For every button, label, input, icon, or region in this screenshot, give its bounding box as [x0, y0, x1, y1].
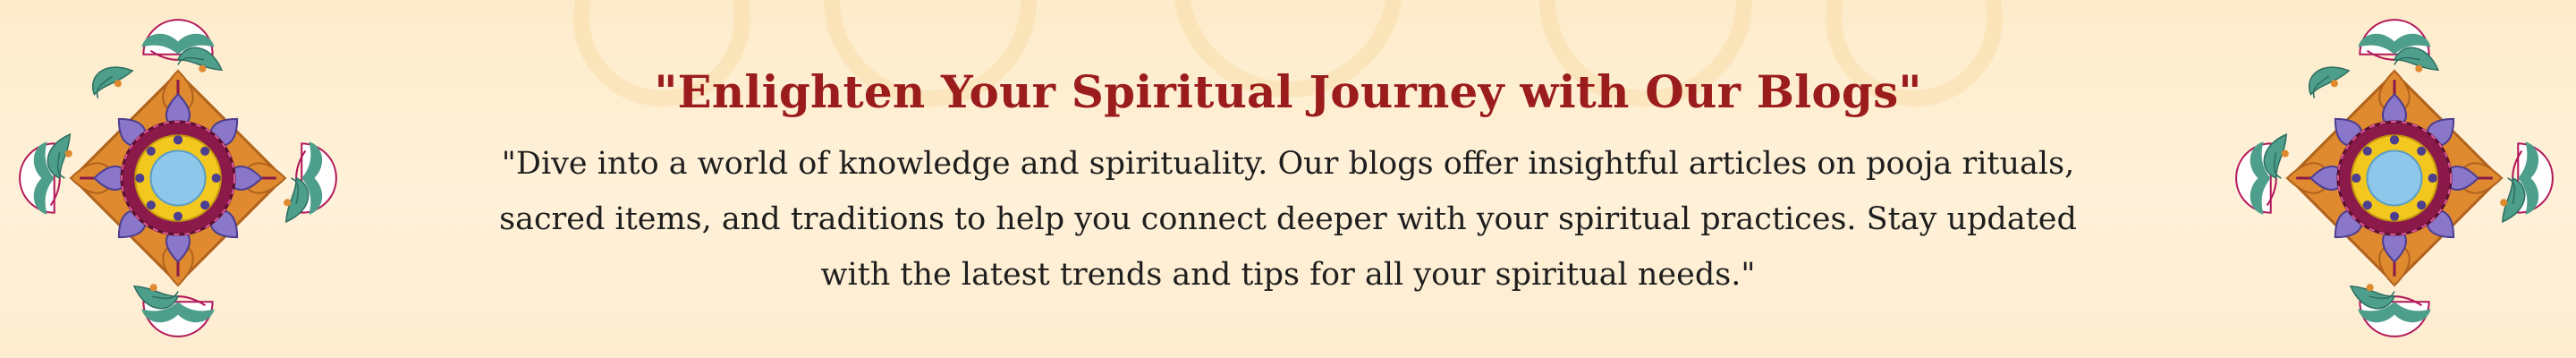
blog-banner: "Enlighten Your Spiritual Journey with O…	[0, 0, 2576, 358]
banner-heading: "Enlighten Your Spiritual Journey with O…	[654, 65, 1922, 118]
rangoli-icon	[2231, 14, 2558, 342]
banner-content: "Enlighten Your Spiritual Journey with O…	[465, 57, 2111, 303]
banner-description: "Dive into a world of knowledge and spir…	[499, 146, 2077, 293]
rangoli-icon	[14, 14, 342, 342]
